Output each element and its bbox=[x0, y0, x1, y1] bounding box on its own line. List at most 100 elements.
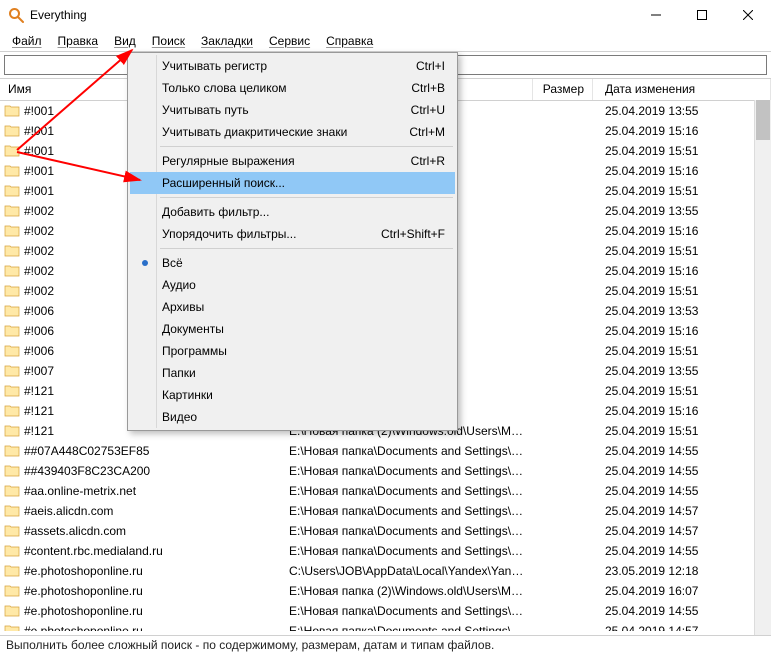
row-date: 25.04.2019 14:57 bbox=[593, 524, 771, 538]
row-date: 25.04.2019 13:55 bbox=[593, 204, 771, 218]
table-row[interactable]: #aa.online-metrix.net E:\Новая папка\Docu… bbox=[0, 481, 771, 501]
row-path: E:\Новая папка\Documents and Settings\1\… bbox=[285, 524, 533, 538]
menu-item-label: Регулярные выражения bbox=[158, 154, 403, 168]
menu-tools[interactable]: Сервис bbox=[261, 32, 318, 50]
maximize-button[interactable] bbox=[679, 0, 725, 30]
row-path: E:\Новая папка\Documents and Settings\1\… bbox=[285, 484, 533, 498]
row-name: #!002 bbox=[24, 264, 54, 278]
row-date: 23.05.2019 12:18 bbox=[593, 564, 771, 578]
row-name: #!001 bbox=[24, 184, 54, 198]
menu-item[interactable]: Учитывать путьCtrl+U bbox=[130, 99, 455, 121]
row-name: #aa.online-metrix.net bbox=[24, 484, 136, 498]
row-path: E:\Новая папка\Documents and Settings\1\… bbox=[285, 624, 533, 631]
menubar: Файл Правка Вид Поиск Закладки Сервис Сп… bbox=[0, 30, 771, 52]
row-date: 25.04.2019 15:51 bbox=[593, 344, 771, 358]
menu-item[interactable]: Архивы bbox=[130, 296, 455, 318]
row-name: #!001 bbox=[24, 144, 54, 158]
menu-item-shortcut: Ctrl+Shift+F bbox=[373, 227, 445, 241]
close-button[interactable] bbox=[725, 0, 771, 30]
row-date: 25.04.2019 14:57 bbox=[593, 504, 771, 518]
menu-item-label: Папки bbox=[158, 366, 437, 380]
row-name: #e.photoshoponline.ru bbox=[24, 584, 143, 598]
menu-search[interactable]: Поиск bbox=[144, 32, 193, 50]
scrollbar-thumb[interactable] bbox=[756, 100, 770, 140]
scrollbar-vertical[interactable] bbox=[754, 100, 771, 635]
menu-item-label: Аудио bbox=[158, 278, 437, 292]
row-path: E:\Новая папка\Documents and Settings\1\… bbox=[285, 444, 533, 458]
row-date: 25.04.2019 15:51 bbox=[593, 244, 771, 258]
menu-item-label: Видео bbox=[158, 410, 437, 424]
row-name: #!121 bbox=[24, 384, 54, 398]
menu-item[interactable]: Учитывать регистрCtrl+I bbox=[130, 55, 455, 77]
row-date: 25.04.2019 15:51 bbox=[593, 384, 771, 398]
menu-item[interactable]: Только слова целикомCtrl+B bbox=[130, 77, 455, 99]
table-row[interactable]: #e.photoshoponline.ruE:\Новая папка\Docu… bbox=[0, 621, 771, 631]
menu-item-label: Упорядочить фильтры... bbox=[158, 227, 373, 241]
folder-icon bbox=[4, 163, 20, 179]
row-date: 25.04.2019 13:53 bbox=[593, 304, 771, 318]
menu-item[interactable]: Видео bbox=[130, 406, 455, 428]
menu-help[interactable]: Справка bbox=[318, 32, 381, 50]
menu-item[interactable]: Документы bbox=[130, 318, 455, 340]
row-date: 25.04.2019 14:55 bbox=[593, 464, 771, 478]
menu-item[interactable]: Аудио bbox=[130, 274, 455, 296]
row-path: E:\Новая папка\Documents and Settings\1\… bbox=[285, 604, 533, 618]
menu-item-label: Архивы bbox=[158, 300, 437, 314]
menu-item[interactable]: Картинки bbox=[130, 384, 455, 406]
row-name: #aeis.alicdn.com bbox=[24, 504, 113, 518]
row-date: 25.04.2019 15:51 bbox=[593, 144, 771, 158]
menu-item[interactable]: Расширенный поиск... bbox=[130, 172, 455, 194]
menu-edit[interactable]: Правка bbox=[50, 32, 107, 50]
folder-icon bbox=[4, 203, 20, 219]
table-row[interactable]: ##439403F8C23CA200E:\Новая папка\Documen… bbox=[0, 461, 771, 481]
menu-view[interactable]: Вид bbox=[106, 32, 144, 50]
menu-item-label: Учитывать диакритические знаки bbox=[158, 125, 401, 139]
table-row[interactable]: #content.rbc.medialand.ruE:\Новая папка\… bbox=[0, 541, 771, 561]
menu-bookmarks[interactable]: Закладки bbox=[193, 32, 261, 50]
menu-item[interactable]: Всё bbox=[130, 252, 455, 274]
minimize-button[interactable] bbox=[633, 0, 679, 30]
menu-item[interactable]: Папки bbox=[130, 362, 455, 384]
table-row[interactable]: #e.photoshoponline.ruC:\Users\JOB\AppDat… bbox=[0, 561, 771, 581]
folder-icon bbox=[4, 143, 20, 159]
menu-item-label: Программы bbox=[158, 344, 437, 358]
row-date: 25.04.2019 15:16 bbox=[593, 164, 771, 178]
row-date: 25.04.2019 15:16 bbox=[593, 324, 771, 338]
menu-item[interactable]: Программы bbox=[130, 340, 455, 362]
row-date: 25.04.2019 14:55 bbox=[593, 444, 771, 458]
folder-icon bbox=[4, 543, 20, 559]
menu-item[interactable]: Учитывать диакритические знакиCtrl+M bbox=[130, 121, 455, 143]
menu-item[interactable]: Регулярные выраженияCtrl+R bbox=[130, 150, 455, 172]
row-name: #!001 bbox=[24, 124, 54, 138]
folder-icon bbox=[4, 483, 20, 499]
menu-item-shortcut: Ctrl+M bbox=[401, 125, 445, 139]
menu-item[interactable]: Добавить фильтр... bbox=[130, 201, 455, 223]
row-path: E:\Новая папка\Documents and Settings\1\… bbox=[285, 464, 533, 478]
row-date: 25.04.2019 15:51 bbox=[593, 184, 771, 198]
table-row[interactable]: #aeis.alicdn.comE:\Новая папка\Documents… bbox=[0, 501, 771, 521]
table-row[interactable]: ##07A448C02753EF85E:\Новая папка\Documen… bbox=[0, 441, 771, 461]
window-title: Everything bbox=[30, 8, 87, 22]
folder-icon bbox=[4, 503, 20, 519]
row-date: 25.04.2019 15:51 bbox=[593, 424, 771, 438]
row-date: 25.04.2019 14:55 bbox=[593, 604, 771, 618]
table-row[interactable]: #e.photoshoponline.ruE:\Новая папка\Docu… bbox=[0, 601, 771, 621]
folder-icon bbox=[4, 603, 20, 619]
col-size[interactable]: Размер bbox=[533, 79, 593, 100]
folder-icon bbox=[4, 443, 20, 459]
row-name: #!001 bbox=[24, 104, 54, 118]
row-name: #!121 bbox=[24, 404, 54, 418]
row-date: 25.04.2019 15:16 bbox=[593, 124, 771, 138]
table-row[interactable]: #e.photoshoponline.ruE:\Новая папка (2)\… bbox=[0, 581, 771, 601]
menu-item-label: Расширенный поиск... bbox=[158, 176, 437, 190]
menu-item-label: Всё bbox=[158, 256, 437, 270]
folder-icon bbox=[4, 363, 20, 379]
menu-file[interactable]: Файл bbox=[4, 32, 50, 50]
row-name: #e.photoshoponline.ru bbox=[24, 564, 143, 578]
table-row[interactable]: #assets.alicdn.comE:\Новая папка\Documen… bbox=[0, 521, 771, 541]
menu-item-label: Документы bbox=[158, 322, 437, 336]
menu-item[interactable]: Упорядочить фильтры...Ctrl+Shift+F bbox=[130, 223, 455, 245]
row-name: #!002 bbox=[24, 204, 54, 218]
folder-icon bbox=[4, 183, 20, 199]
col-date[interactable]: Дата изменения bbox=[593, 79, 771, 100]
